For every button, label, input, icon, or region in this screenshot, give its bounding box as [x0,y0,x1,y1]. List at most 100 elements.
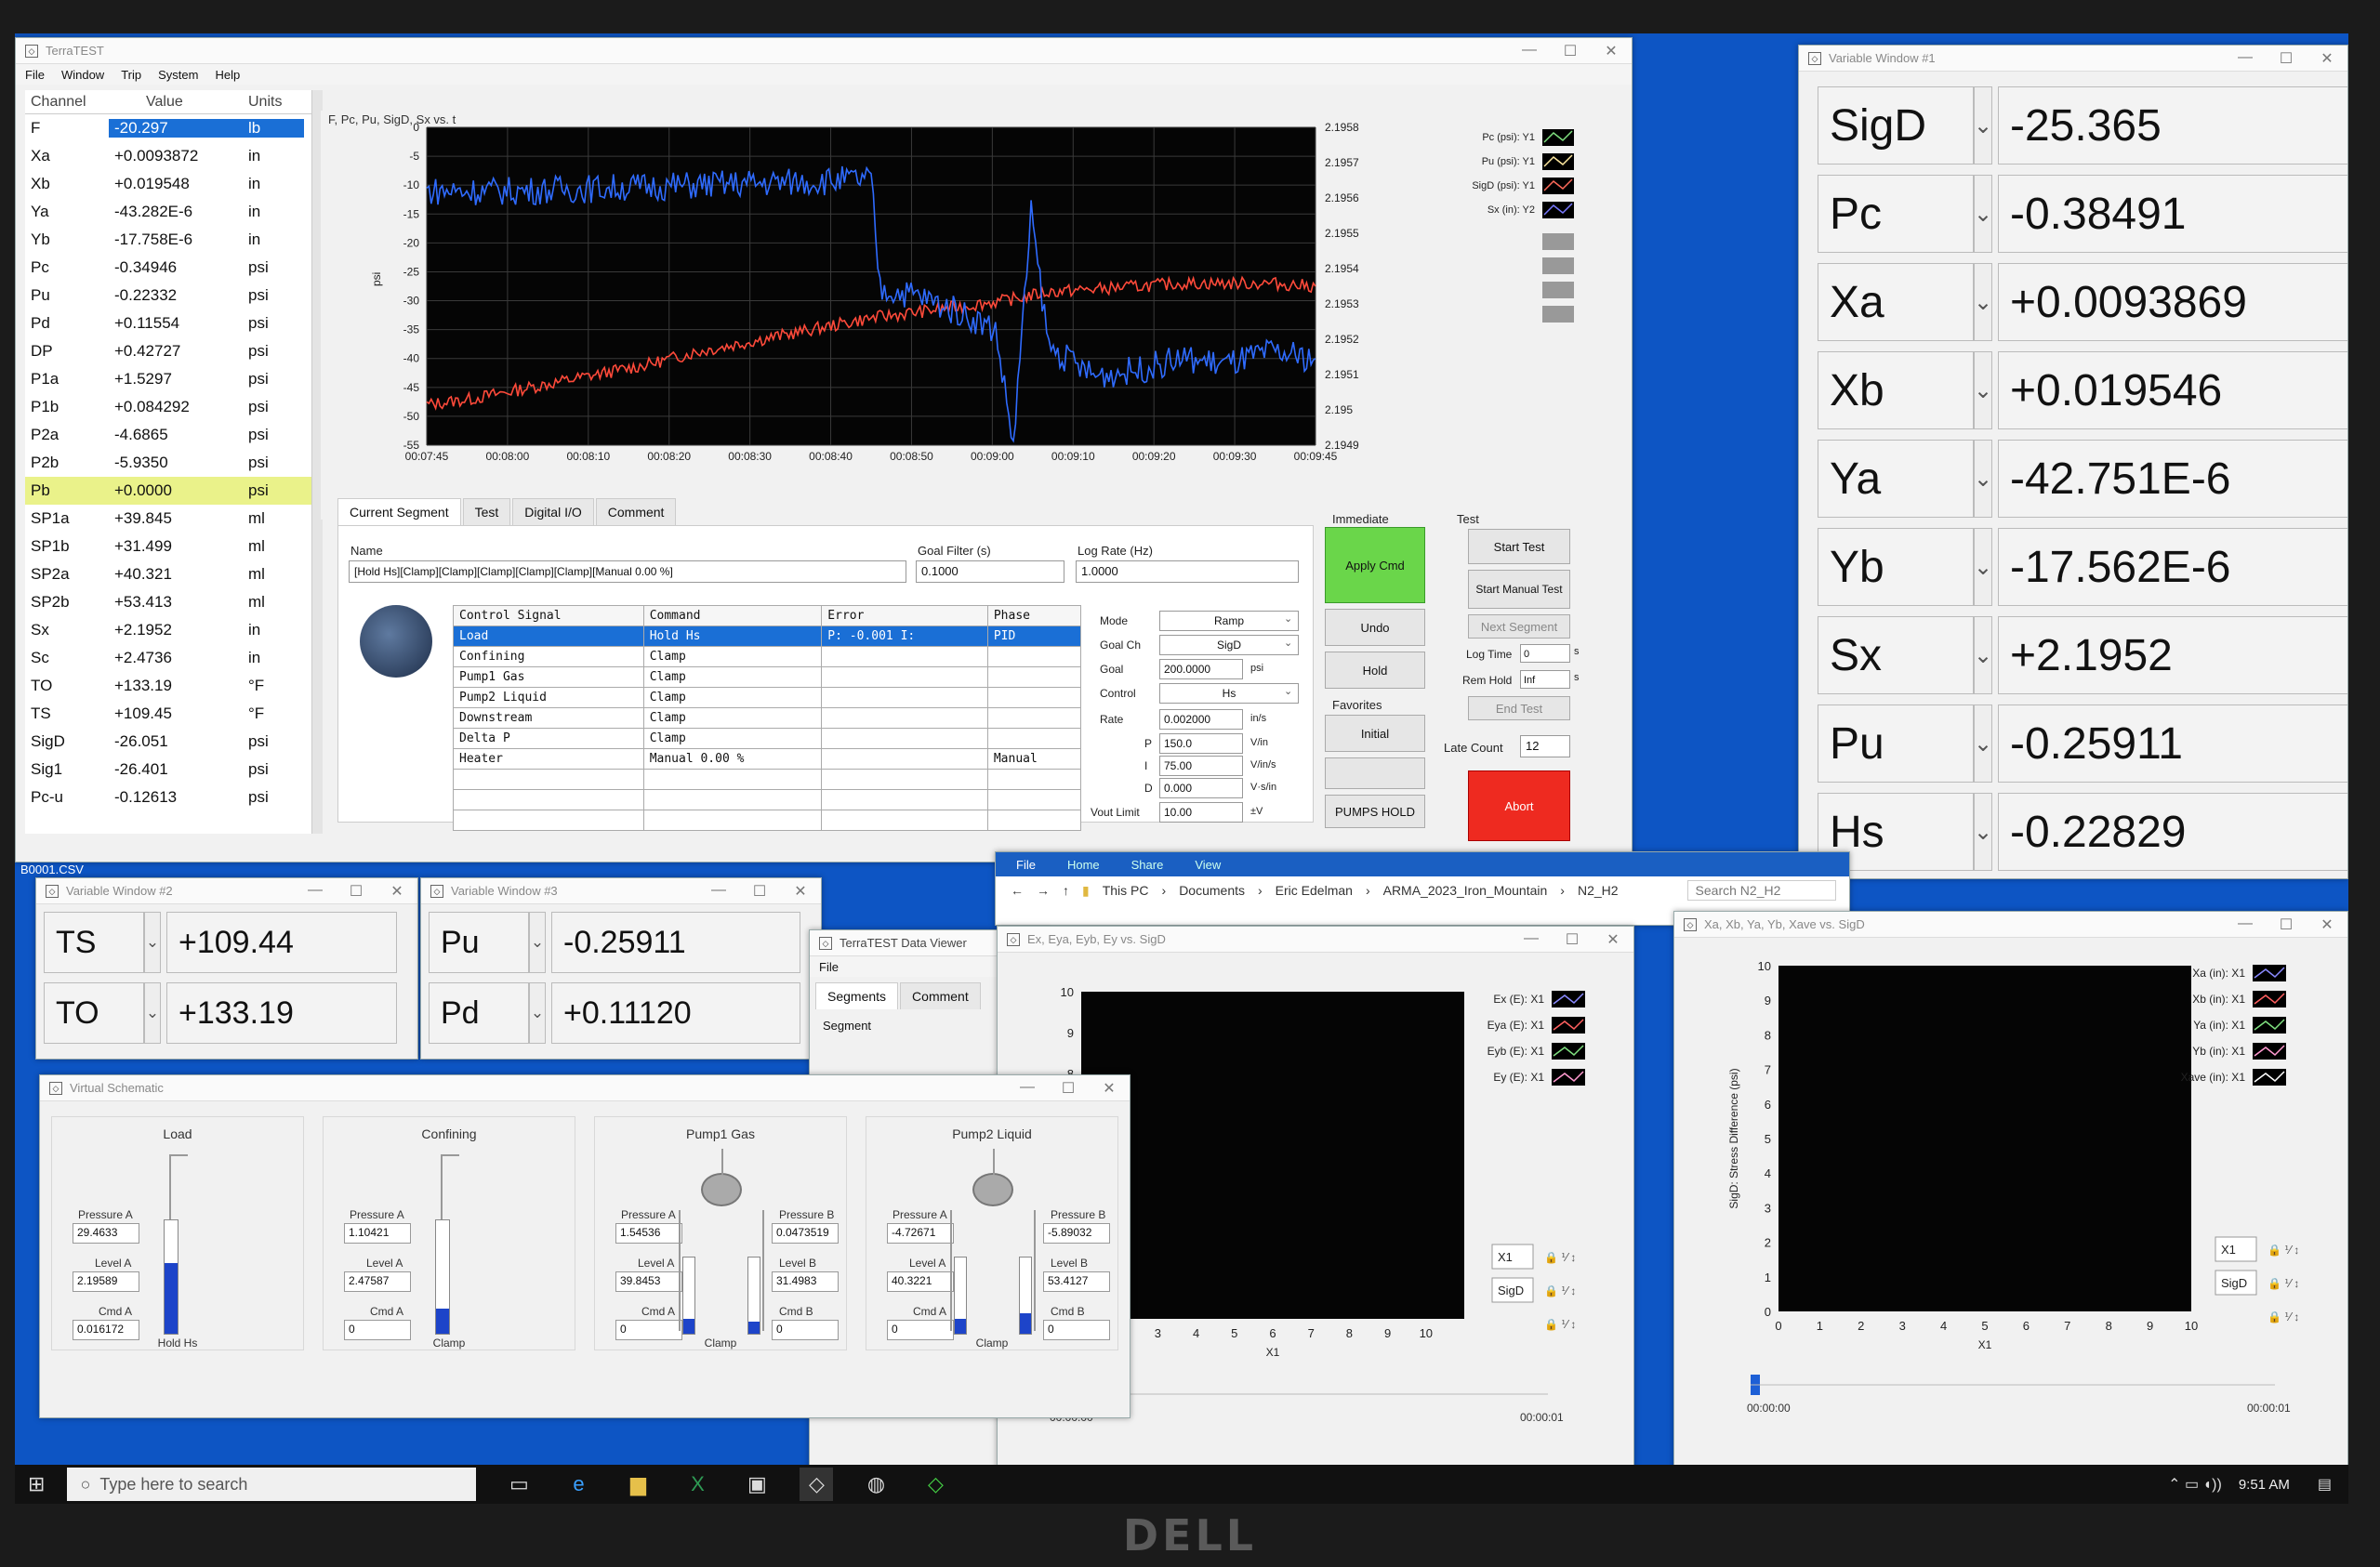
close-icon[interactable]: ✕ [1591,42,1632,60]
channel-row[interactable]: SP1a +39.845 ml [25,505,313,533]
tray-icons[interactable]: ⌃ ▭ ◖)) [2168,1475,2222,1494]
terratest-taskbar-icon[interactable]: ◇ [800,1468,834,1501]
dv-tab-comment[interactable]: Comment [900,982,981,1009]
taskbar-search[interactable]: ○ Type here to search [67,1468,477,1501]
channel-row[interactable]: TS +109.45 °F [25,700,313,728]
dv-menu-file[interactable]: File [819,960,839,974]
next-segment-button[interactable]: Next Segment [1468,614,1570,639]
maximize-icon[interactable]: ☐ [2266,49,2307,68]
explorer-tab-home[interactable]: Home [1067,858,1100,872]
start-icon[interactable]: ⊞ [28,1472,45,1496]
rem-hold-field[interactable]: Inf [1520,670,1570,689]
clock[interactable]: 9:51 AM [2239,1477,2290,1493]
channel-list[interactable]: Channel Value Units F -20.297 lb Xa +0.00938… [25,90,313,834]
segment-name-field[interactable]: [Hold Hs][Clamp][Clamp][Clamp][Clamp][Cl… [349,560,906,583]
channel-row[interactable]: SP2b +53.413 ml [25,588,313,616]
start-test-button[interactable]: Start Test [1468,529,1570,564]
table-row[interactable]: Pump2 Liquid Clamp [453,687,1082,708]
forward-arrow-icon[interactable]: → [1037,883,1050,898]
tab-comment[interactable]: Comment [595,498,677,525]
tab-current-segment[interactable]: Current Segment [337,498,461,525]
channel-row[interactable]: Ya -43.282E-6 in [25,198,313,226]
channel-row[interactable]: P2b -5.9350 psi [25,449,313,477]
explorer-tab-file[interactable]: File [1016,858,1036,872]
maximize-icon[interactable]: ☐ [1048,1079,1089,1098]
close-icon[interactable]: ✕ [780,882,821,901]
channel-row[interactable]: Pc -0.34946 psi [25,254,313,282]
menu-file[interactable]: File [25,68,45,82]
table-row[interactable]: Heater Manual 0.00 % Manual [453,748,1082,770]
minimize-icon[interactable]: — [1007,1079,1048,1098]
chevron-down-icon[interactable]: ⌄ [144,912,161,973]
chevron-down-icon[interactable]: ⌄ [529,912,546,973]
end-test-button[interactable]: End Test [1468,696,1570,720]
path-this-pc[interactable]: This PC [1103,883,1149,898]
vout-limit-field[interactable]: 10.00 [1159,802,1243,823]
notification-icon[interactable]: ▤ [2318,1475,2332,1494]
dv-tab-segments[interactable]: Segments [815,982,899,1009]
close-icon[interactable]: ✕ [1593,930,1633,949]
minimize-icon[interactable]: — [1509,42,1550,60]
excel-icon[interactable]: X [681,1468,714,1501]
chevron-down-icon[interactable]: ⌄ [1284,637,1292,649]
channel-row[interactable]: Sc +2.4736 in [25,644,313,672]
chevron-down-icon[interactable]: ⌄ [1974,793,1992,871]
table-row[interactable] [453,810,1082,831]
channel-row[interactable]: DP +0.42727 psi [25,337,313,365]
explorer-tab-share[interactable]: Share [1131,858,1164,872]
back-arrow-icon[interactable]: ← [1011,883,1024,898]
table-row[interactable] [453,769,1082,790]
table-row[interactable]: Downstream Clamp [453,707,1082,729]
i-gain-field[interactable]: 75.00 [1159,756,1243,776]
channel-row[interactable]: Sig1 -26.401 psi [25,756,313,784]
hold-button[interactable]: Hold [1325,652,1425,689]
apply-cmd-button[interactable]: Apply Cmd [1325,527,1425,603]
table-header[interactable]: Error [821,605,988,626]
pumps-hold-button[interactable]: PUMPS HOLD [1325,795,1425,828]
abort-button[interactable]: Abort [1468,770,1570,841]
col-channel[interactable]: Channel [25,94,109,111]
maximize-icon[interactable]: ☐ [2266,915,2307,934]
trend-chart[interactable]: 00:07:45 00:08:00 00:08:10 00:08:20 00:08:30… [321,111,1632,520]
chevron-down-icon[interactable]: ⌄ [1974,528,1992,606]
col-value[interactable]: Value [109,94,239,111]
path-documents[interactable]: Documents [1179,883,1245,898]
mode-select[interactable]: Ramp [1159,611,1299,631]
menu-trip[interactable]: Trip [121,68,141,82]
channel-row[interactable]: SP2a +40.321 ml [25,560,313,588]
channel-row[interactable]: TO +133.19 °F [25,672,313,700]
chevron-down-icon[interactable]: ⌄ [1974,351,1992,429]
chevron-down-icon[interactable]: ⌄ [1284,685,1292,697]
chevron-down-icon[interactable]: ⌄ [1974,440,1992,518]
close-icon[interactable]: ✕ [1089,1079,1130,1098]
up-arrow-icon[interactable]: ↑ [1063,883,1069,898]
edge-icon[interactable]: e [562,1468,595,1501]
control-select[interactable]: Hs [1159,683,1299,704]
app-icon-3[interactable]: ◇ [919,1468,952,1501]
app-icon-1[interactable]: ▣ [740,1468,774,1501]
table-row[interactable]: Delta P Clamp [453,728,1082,749]
goal-channel-select[interactable]: SigD [1159,635,1299,655]
chevron-down-icon[interactable]: ⌄ [1974,263,1992,341]
rate-field[interactable]: 0.002000 [1159,709,1243,730]
path-folder[interactable]: N2_H2 [1578,883,1619,898]
close-icon[interactable]: ✕ [2307,49,2347,68]
p-gain-field[interactable]: 150.0 [1159,733,1243,754]
explorer-search[interactable]: Search N2_H2 [1686,880,1836,901]
channel-row[interactable]: Xb +0.019548 in [25,170,313,198]
table-header[interactable]: Command [642,605,823,626]
maximize-icon[interactable]: ☐ [336,882,377,901]
table-header[interactable]: Control Signal [453,605,644,626]
close-icon[interactable]: ✕ [377,882,417,901]
maximize-icon[interactable]: ☐ [739,882,780,901]
close-icon[interactable]: ✕ [2307,915,2347,934]
channel-row[interactable]: Pd +0.11554 psi [25,309,313,337]
table-header[interactable]: Phase [986,605,1082,626]
table-row[interactable]: Confining Clamp [453,646,1082,667]
chevron-down-icon[interactable]: ⌄ [1284,612,1292,625]
channel-row[interactable]: Sx +2.1952 in [25,616,313,644]
channel-row[interactable]: P1a +1.5297 psi [25,365,313,393]
minimize-icon[interactable]: — [295,882,336,901]
channel-row[interactable]: P1b +0.084292 psi [25,393,313,421]
channel-row[interactable]: Pu -0.22332 psi [25,282,313,309]
